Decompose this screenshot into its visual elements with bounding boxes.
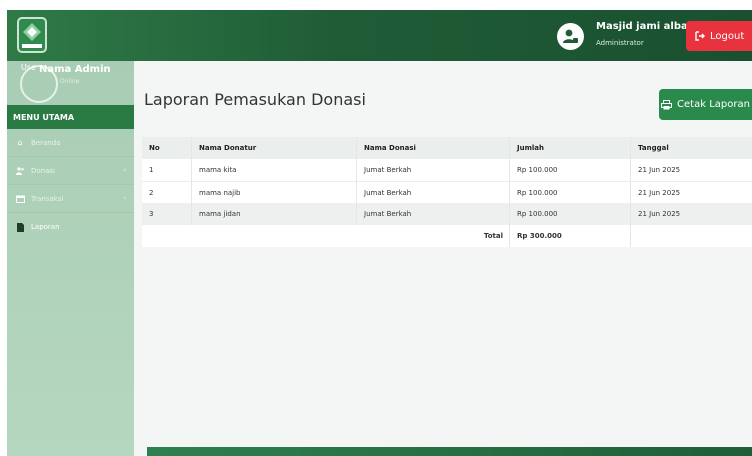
print-icon [661,99,673,109]
cell-donation-name: Jumat Berkah [357,182,510,203]
sidebar-profile: Use Nama Admin Online [7,61,134,103]
sidebar-item-transaksi[interactable]: Transaksi ‹ [7,185,134,213]
footer-bar [147,447,752,456]
user-avatar[interactable] [557,23,584,50]
total-label: Total [142,225,510,247]
column-header-donation-name[interactable]: Nama Donasi [357,137,510,159]
cell-no: 2 [142,182,192,203]
cell-amount: Rp 100.000 [510,159,631,181]
cell-no: 3 [142,203,192,225]
column-header-no[interactable]: No [142,137,192,159]
column-header-donor-name[interactable]: Nama Donatur [192,137,357,159]
cell-donation-name: Jumat Berkah [357,203,510,225]
table-header-row: No Nama Donatur Nama Donasi Jumlah Tangg… [142,137,752,159]
chevron-left-icon: ‹ [123,194,126,202]
home-icon: ⌂ [17,138,23,147]
cell-donor-name: mama najib [192,182,357,203]
mosque-logo-icon [19,19,45,51]
table-row: 1 mama kita Jumat Berkah Rp 100.000 21 J… [142,159,752,181]
sidebar-item-laporan[interactable]: Laporan [7,213,134,241]
logout-button[interactable]: Logout [686,21,752,51]
profile-status: Online [60,78,80,85]
sidebar-item-label: Transaksi [31,194,64,203]
total-empty-cell [631,225,752,247]
file-icon [14,222,26,232]
page-title: Laporan Pemasukan Donasi [144,90,366,109]
profile-name: Nama Admin [39,64,111,75]
cell-donor-name: mama jidan [192,203,357,225]
cell-date: 21 Jun 2025 [638,210,681,218]
table-row: 2 mama najib Jumat Berkah Rp 100.000 21 … [142,181,752,203]
user-lock-icon [563,29,578,43]
sign-out-icon [695,31,705,41]
chevron-left-icon: ‹ [123,166,126,174]
sidebar-item-donasi[interactable]: Donasi ‹ [7,157,134,185]
table-row: 3 mama jidan Jumat Berkah Rp 100.000 21 … [142,203,752,225]
users-icon [14,166,26,175]
calendar-icon [14,195,26,203]
app-window: Masjid jami albarok... Administrator Log… [7,10,752,456]
cell-no: 1 [142,159,192,181]
sidebar-item-label: Beranda [31,138,61,147]
sidebar-item-beranda[interactable]: ⌂ Beranda [7,129,134,157]
sidebar: Use Nama Admin Online MENU UTAMA ⌂ Beran… [7,61,134,456]
app-logo[interactable] [17,17,47,53]
total-value: Rp 300.000 [510,225,631,247]
logout-label: Logout [710,30,745,42]
profile-avatar-alt-text: Use [21,63,36,72]
top-header: Masjid jami albarok... Administrator Log… [7,10,752,61]
cell-amount: Rp 100.000 [510,182,631,203]
column-header-date[interactable]: Tanggal [631,137,752,159]
print-report-button[interactable]: Cetak Laporan [659,89,752,120]
print-report-label: Cetak Laporan [677,99,750,110]
sidebar-item-label: Donasi [31,166,55,175]
column-header-amount[interactable]: Jumlah [510,137,631,159]
donation-table: No Nama Donatur Nama Donasi Jumlah Tangg… [142,137,752,247]
table-total-row: Total Rp 300.000 [142,225,752,247]
cell-amount: Rp 100.000 [510,203,631,225]
user-role: Administrator [596,39,644,47]
cell-date: 21 Jun 2025 [638,188,681,197]
cell-donor-name: mama kita [192,159,357,181]
sidebar-item-label: Laporan [31,223,60,231]
menu-header: MENU UTAMA [7,105,134,129]
cell-date: 21 Jun 2025 [638,166,681,174]
cell-donation-name: Jumat Berkah [357,159,510,181]
